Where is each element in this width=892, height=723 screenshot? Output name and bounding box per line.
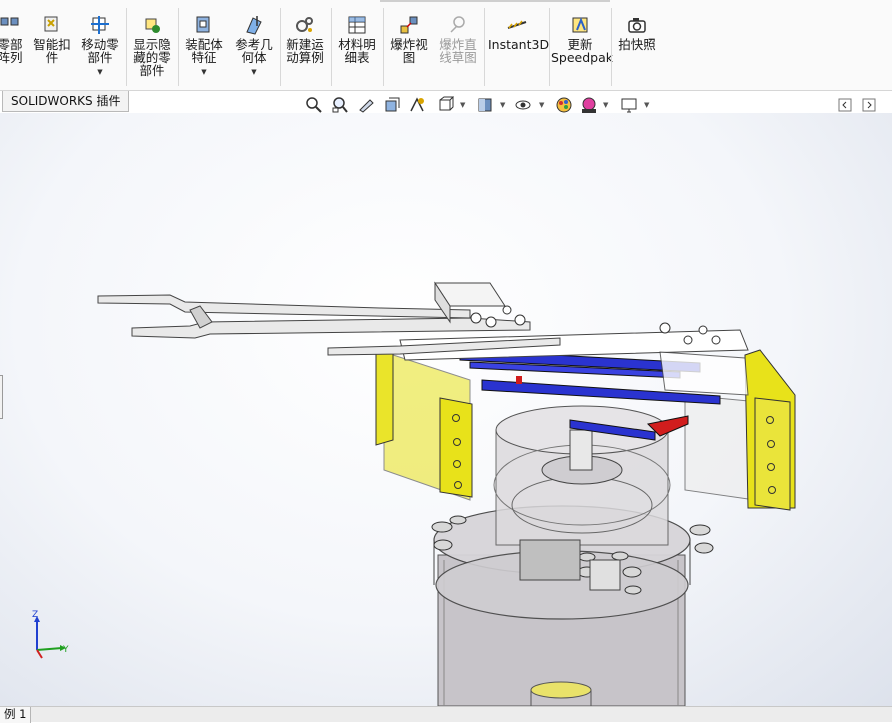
- zoom-to-area-icon[interactable]: [331, 96, 349, 114]
- update-speedpak-label: 更新 Speedpak: [551, 37, 614, 65]
- chevron-down-icon[interactable]: ▼: [232, 67, 276, 77]
- left-yellow-frame: [375, 351, 473, 501]
- graphics-area[interactable]: [0, 113, 892, 706]
- instant3d-button[interactable]: Instant3D: [488, 14, 550, 52]
- explode-line-icon: [450, 16, 465, 33]
- assembly-model[interactable]: [0, 113, 892, 706]
- command-manager-ribbon: 零部 阵列 智能扣 件 移动零 部件 ▼ 显示隐 藏的零 部件 装配体 特征 ▼: [0, 0, 892, 91]
- triad-y-label: Y: [62, 645, 69, 655]
- new-motion-study-label: 新建运 动算例: [286, 37, 324, 65]
- update-speedpak-button[interactable]: 更新 Speedpak: [551, 14, 614, 65]
- new-motion-study-button[interactable]: 新建运 动算例: [283, 14, 327, 64]
- explode-line-sketch-button[interactable]: 爆炸直 线草图: [436, 14, 480, 64]
- instant3d-label: Instant3D: [488, 37, 550, 52]
- chevron-down-icon[interactable]: ▼: [78, 67, 122, 77]
- camera-icon: [628, 18, 646, 33]
- chevron-down-icon[interactable]: ▼: [603, 101, 608, 109]
- move-component-button[interactable]: 移动零 部件 ▼: [78, 14, 122, 77]
- ribbon-separator: [383, 8, 384, 86]
- linear-pattern-icon: [0, 17, 19, 26]
- tab-solidworks-addins[interactable]: SOLIDWORKS 插件: [2, 91, 130, 112]
- explode-line-sketch-label: 爆炸直 线草图: [439, 37, 477, 65]
- instant3d-icon: [507, 20, 527, 29]
- take-snapshot-button[interactable]: 拍快照: [614, 14, 660, 51]
- chevron-down-icon[interactable]: ▼: [182, 67, 226, 77]
- ribbon-separator: [611, 8, 612, 86]
- ribbon-separator: [331, 8, 332, 86]
- show-hidden-icon: [145, 18, 160, 33]
- show-hidden-button[interactable]: 显示隐 藏的零 部件: [130, 14, 174, 77]
- apply-scene-icon[interactable]: [580, 96, 598, 114]
- display-style-icon[interactable]: [476, 96, 494, 114]
- panel-left-icon[interactable]: [838, 98, 852, 112]
- exploded-view-icon: [400, 16, 418, 34]
- chevron-down-icon[interactable]: ▼: [500, 101, 505, 109]
- motion-study-icon: [296, 17, 313, 32]
- assembly-features-label: 装配体 特征: [185, 37, 223, 65]
- view-settings-icon[interactable]: [620, 96, 638, 114]
- smart-fasteners-button[interactable]: 智能扣 件: [30, 14, 74, 64]
- smart-fasteners-label: 智能扣 件: [33, 37, 71, 65]
- bill-of-materials-button[interactable]: 材料明 细表: [335, 14, 379, 64]
- ribbon-separator: [484, 8, 485, 86]
- chevron-down-icon[interactable]: ▼: [539, 101, 544, 109]
- dynamic-annotation-icon[interactable]: [408, 96, 426, 114]
- assembly-features-icon: [196, 16, 210, 33]
- view-orientation-icon[interactable]: [436, 96, 454, 114]
- take-snapshot-label: 拍快照: [618, 37, 656, 52]
- section-view-icon[interactable]: [383, 96, 401, 114]
- bom-icon: [348, 16, 366, 34]
- ribbon-top-border: [380, 0, 610, 2]
- chevron-down-icon[interactable]: ▼: [644, 101, 649, 109]
- reference-triad: Z Y: [32, 610, 69, 659]
- linear-pattern-button[interactable]: 零部 阵列: [0, 14, 26, 64]
- speedpak-icon: [572, 17, 588, 33]
- ribbon-separator: [126, 8, 127, 86]
- panel-right-icon[interactable]: [862, 98, 876, 112]
- ribbon-separator: [280, 8, 281, 86]
- linear-pattern-label: 零部 阵列: [0, 37, 23, 65]
- exploded-view-button[interactable]: 爆炸视 图: [387, 14, 431, 64]
- assembly-features-button[interactable]: 装配体 特征 ▼: [182, 14, 226, 77]
- exploded-view-label: 爆炸视 图: [390, 37, 428, 65]
- ribbon-separator: [178, 8, 179, 86]
- edit-appearance-icon[interactable]: [555, 96, 573, 114]
- reference-geometry-label: 参考几 何体: [235, 37, 273, 65]
- smart-fasteners-icon: [44, 16, 58, 32]
- bill-of-materials-label: 材料明 细表: [338, 37, 376, 65]
- move-component-icon: [91, 16, 109, 34]
- motion-study-tab[interactable]: 例 1: [0, 707, 32, 723]
- chevron-down-icon[interactable]: ▼: [460, 101, 465, 109]
- reference-geometry-button[interactable]: 参考几 何体 ▼: [232, 14, 276, 77]
- previous-view-icon[interactable]: [357, 96, 375, 114]
- ribbon-separator: [549, 8, 550, 86]
- zoom-to-fit-icon[interactable]: [305, 96, 323, 114]
- show-hidden-label: 显示隐 藏的零 部件: [133, 37, 171, 78]
- triad-z-label: Z: [32, 610, 38, 620]
- move-component-label: 移动零 部件: [81, 37, 119, 65]
- hide-show-icon[interactable]: [514, 96, 532, 114]
- status-bar: 例 1: [0, 706, 892, 723]
- side-panel-handle[interactable]: [0, 375, 3, 419]
- reference-geometry-icon: [246, 16, 262, 35]
